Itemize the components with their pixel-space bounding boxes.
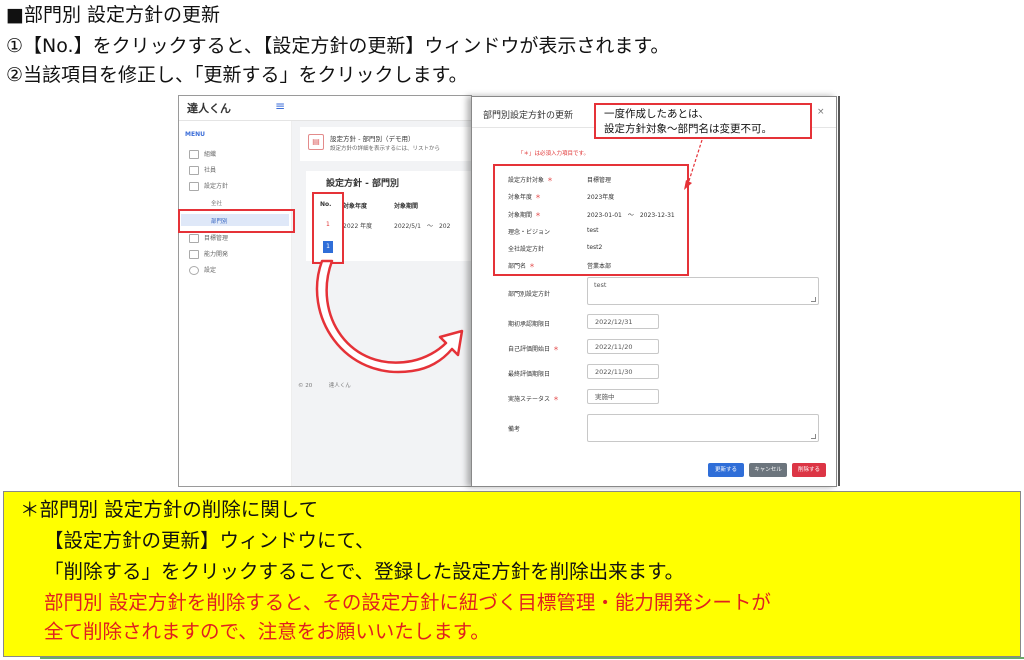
required-note: 「＊」は必須入力項目です。	[518, 151, 589, 157]
row-period: 2022/5/1 ～ 202	[394, 223, 451, 230]
highlight-department-item	[178, 209, 295, 233]
heading: ■部門別 設定方針の更新	[6, 4, 220, 26]
callout-pointer-icon	[684, 139, 703, 190]
sidebar-item-settings[interactable]: 設定	[189, 265, 216, 275]
column-header-period: 対象期間	[394, 203, 419, 210]
self-eval-start-input[interactable]: 2022/11/20	[587, 339, 659, 354]
building-icon	[189, 150, 199, 159]
divider-line	[838, 96, 840, 486]
sidebar-item-goals[interactable]: 目標管理	[189, 233, 228, 243]
menu-toggle-icon[interactable]: ≡	[275, 99, 285, 113]
row-year: 2022 年度	[343, 223, 373, 230]
note-line-2: 【設定方針の更新】ウィンドウにて、	[44, 529, 375, 552]
required-marker: ＊	[553, 396, 560, 403]
sidebar-item-development[interactable]: 能力開発	[189, 249, 228, 259]
page-description: 設定方針の詳細を表示するには、リストから	[330, 146, 441, 152]
note-warning-1: 部門別 設定方針を削除すると、その設定方針に紐づく目標管理・能力開発シートが	[44, 591, 771, 614]
page-header-card: ▤ 設定方針 - 部門別（デモ用） 設定方針の詳細を表示するには、リストから	[300, 127, 471, 161]
sidebar: MENU 組織 社員 設定方針 全社 部門別 目標管理 能力開発 設定	[179, 121, 292, 486]
field-label-approval-deadline: 期初承認期限日	[508, 321, 551, 328]
sidebar-item-employees[interactable]: 社員	[189, 165, 216, 175]
bottom-rule	[40, 657, 1024, 659]
calendar-icon: ▤	[308, 134, 324, 150]
field-label-status: 実施ステータス＊	[508, 396, 560, 403]
app-brand: 達人くん	[187, 102, 231, 115]
field-label-notes: 備考	[508, 426, 521, 433]
callout-line-2: 設定方針対象～部門名は変更不可。	[604, 123, 772, 135]
highlight-fixed-fields	[493, 164, 689, 276]
sidebar-menu-label: MENU	[185, 131, 205, 138]
modal-title: 部門別設定方針の更新	[483, 111, 574, 121]
sidebar-item-organization[interactable]: 組織	[189, 149, 216, 159]
step-2-text: ②当該項目を修正し、「更新する」をクリックします。	[6, 64, 468, 86]
dept-policy-textarea[interactable]: test	[587, 277, 819, 305]
note-line-3: 「削除する」をクリックすることで、登録した設定方針を削除出来ます。	[44, 560, 685, 583]
step-1-text: ①【No.】をクリックすると、【設定方針の更新】ウィンドウが表示されます。	[6, 35, 670, 57]
note-warning-2: 全て削除されますので、注意をお願いいたします。	[44, 620, 490, 643]
people-icon	[189, 166, 199, 175]
field-label-final-eval-deadline: 最終評価期限日	[508, 371, 551, 378]
deletion-note-box: ＊部門別 設定方針の削除に関して 【設定方針の更新】ウィンドウにて、 「削除する…	[3, 491, 1021, 657]
column-header-year: 対象年度	[343, 203, 368, 210]
update-policy-modal: 部門別設定方針の更新 × 「＊」は必須入力項目です。 設定方針対象＊ 目標管理 …	[471, 96, 837, 487]
delete-button[interactable]: 削除する	[792, 463, 826, 477]
field-label-dept-policy: 部門別設定方針	[508, 291, 551, 298]
callout-line-1: 一度作成したあとは、	[604, 108, 709, 120]
cancel-button[interactable]: キャンセル	[749, 463, 787, 477]
approval-deadline-input[interactable]: 2022/12/31	[587, 314, 659, 329]
chart-icon	[189, 250, 199, 259]
sidebar-item-policy[interactable]: 設定方針	[189, 181, 228, 191]
callout-note: 一度作成したあとは、 設定方針対象～部門名は変更不可。	[594, 103, 812, 139]
highlight-no-column	[312, 192, 344, 264]
update-button[interactable]: 更新する	[708, 463, 744, 477]
notes-textarea[interactable]	[587, 414, 819, 442]
final-eval-deadline-input[interactable]: 2022/11/30	[587, 364, 659, 379]
status-select[interactable]: 実施中	[587, 389, 659, 404]
transition-arrow-icon	[315, 259, 464, 374]
table-title: 設定方針 - 部門別	[326, 179, 400, 189]
note-title: ＊部門別 設定方針の削除に関して	[20, 498, 319, 521]
page-title: 設定方針 - 部門別（デモ用）	[330, 135, 415, 143]
gear-icon	[189, 266, 199, 275]
app-header: 達人くん ≡	[179, 96, 471, 121]
required-marker: ＊	[553, 346, 560, 353]
field-label-self-eval-start: 自己評価開始日＊	[508, 346, 560, 353]
anchor-icon	[189, 182, 199, 191]
sidebar-item-company[interactable]: 全社	[211, 199, 222, 207]
close-icon[interactable]: ×	[817, 107, 825, 117]
folder-icon	[189, 234, 199, 243]
